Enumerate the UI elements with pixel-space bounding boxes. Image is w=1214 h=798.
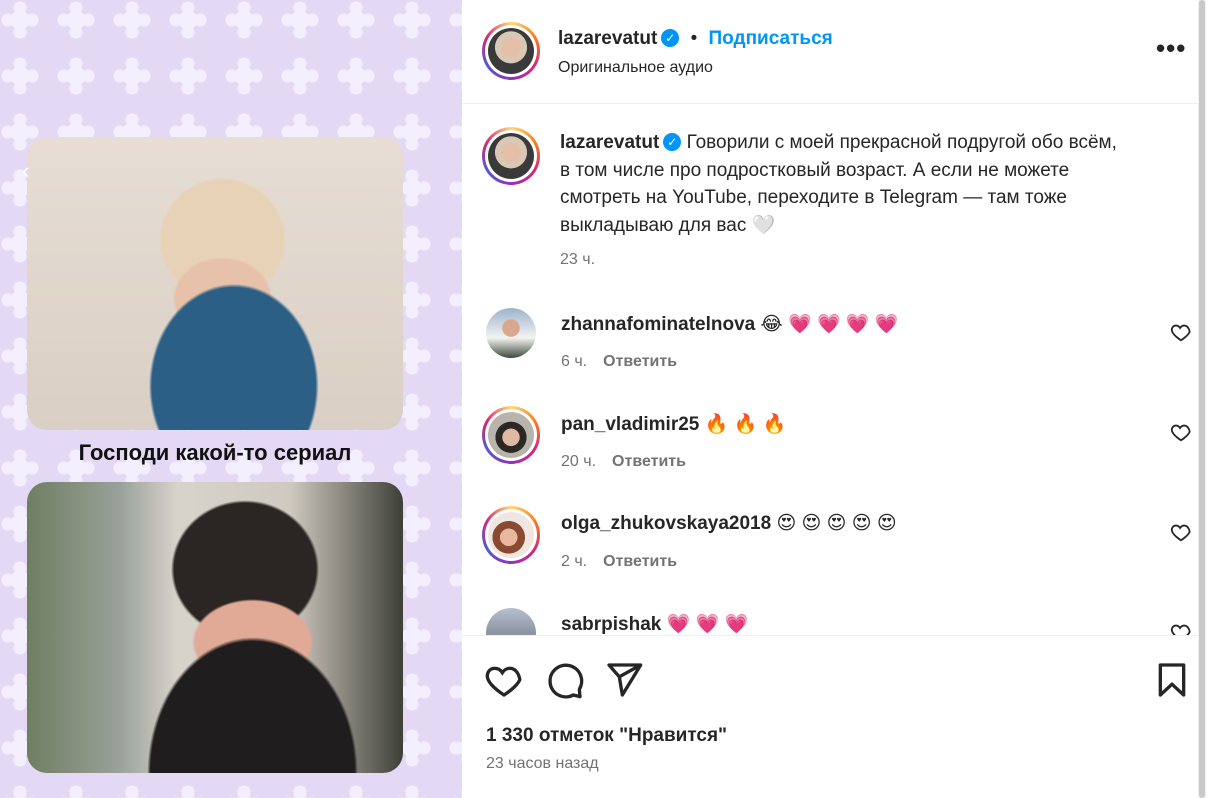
heart-outline-icon[interactable] bbox=[1170, 421, 1192, 443]
comment-line: olga_zhukovskaya2018 😍 😍 😍 😍 😍 bbox=[561, 512, 897, 535]
comment-username[interactable]: zhannafominatelnova bbox=[561, 314, 755, 335]
comment-time: 2 ч. bbox=[561, 553, 588, 570]
comment-item: zhannafominatelnova 😂 💗 💗 💗 💗 6 ч. Ответи… bbox=[462, 308, 1206, 408]
follow-button[interactable]: Подписаться bbox=[709, 28, 833, 49]
heart-outline-icon[interactable] bbox=[1170, 321, 1192, 343]
comment-meta: 2 ч. Ответить bbox=[561, 553, 677, 571]
likes-count[interactable]: 1 330 отметок "Нравится" bbox=[486, 725, 727, 747]
verified-badge-icon: ✓ bbox=[661, 29, 680, 47]
comment-time: 6 ч. bbox=[561, 353, 588, 370]
comment-text: 🔥 🔥 🔥 bbox=[704, 414, 787, 435]
post-timestamp: 23 часов назад bbox=[486, 755, 599, 772]
comment-line: sabrpishak 💗 💗 💗 bbox=[561, 612, 748, 635]
scrollbar[interactable] bbox=[1198, 0, 1206, 798]
comment-item: pan_vladimir25 🔥 🔥 🔥 20 ч. Ответить bbox=[462, 406, 1206, 508]
commenter-avatar[interactable] bbox=[482, 406, 540, 464]
heart-icon[interactable] bbox=[484, 660, 524, 700]
bookmark-icon[interactable] bbox=[1152, 660, 1192, 700]
heart-outline-icon[interactable] bbox=[1170, 521, 1192, 543]
comment-username[interactable]: olga_zhukovskaya2018 bbox=[561, 513, 771, 534]
commenter-avatar[interactable] bbox=[486, 608, 536, 635]
verified-badge-icon: ✓ bbox=[663, 133, 682, 151]
comment-text: 😂 💗 💗 💗 💗 bbox=[760, 314, 899, 335]
comment-meta: 6 ч. Ответить bbox=[561, 353, 677, 371]
more-options-button[interactable]: ••• bbox=[1156, 35, 1186, 61]
reply-button[interactable]: Ответить bbox=[603, 353, 677, 370]
chevron-left-icon[interactable]: ‹ bbox=[22, 158, 29, 184]
comment-meta: 20 ч. Ответить bbox=[561, 453, 686, 471]
scrollbar-thumb[interactable] bbox=[1199, 0, 1205, 798]
caption-timestamp: 23 ч. bbox=[560, 251, 596, 268]
post-panel: lazarevatut ✓ • Подписаться Оригинальное … bbox=[462, 0, 1206, 798]
audio-label[interactable]: Оригинальное аудио bbox=[558, 59, 713, 77]
post-media[interactable]: ‹ Господи какой-то сериал bbox=[0, 0, 462, 798]
media-caption: Господи какой-то сериал bbox=[78, 440, 352, 465]
comment-icon[interactable] bbox=[545, 660, 585, 700]
comment-item: sabrpishak 💗 💗 💗 bbox=[462, 608, 1206, 635]
comment-line: pan_vladimir25 🔥 🔥 🔥 bbox=[561, 412, 786, 436]
reply-button[interactable]: Ответить bbox=[603, 553, 677, 570]
share-icon[interactable] bbox=[604, 660, 644, 700]
separator-dot: • bbox=[690, 28, 698, 49]
caption-username[interactable]: lazarevatut bbox=[560, 132, 659, 153]
header-title-line: lazarevatut ✓ • Подписаться bbox=[558, 28, 833, 50]
comment-time: 20 ч. bbox=[561, 453, 597, 470]
commenter-avatar[interactable] bbox=[486, 308, 536, 358]
heart-outline-icon[interactable] bbox=[1170, 621, 1192, 635]
author-username[interactable]: lazarevatut bbox=[558, 28, 657, 49]
commenter-avatar[interactable] bbox=[482, 506, 540, 564]
comment-username[interactable]: sabrpishak bbox=[561, 614, 661, 635]
comment-text: 😍 😍 😍 😍 😍 bbox=[776, 513, 897, 534]
comment-text: 💗 💗 💗 bbox=[666, 614, 749, 635]
post-header: lazarevatut ✓ • Подписаться Оригинальное … bbox=[462, 0, 1206, 104]
caption-author-avatar[interactable] bbox=[482, 127, 540, 185]
post-caption: lazarevatut ✓ Говорили с моей прекрасной … bbox=[560, 129, 1120, 239]
video-frame-top bbox=[27, 137, 403, 430]
post-actions-bar: 1 330 отметок "Нравится" 23 часов назад bbox=[462, 635, 1206, 798]
reply-button[interactable]: Ответить bbox=[612, 453, 686, 470]
video-frame-bottom bbox=[27, 482, 403, 773]
comment-line: zhannafominatelnova 😂 💗 💗 💗 💗 bbox=[561, 312, 898, 336]
comment-username[interactable]: pan_vladimir25 bbox=[561, 414, 699, 435]
author-avatar[interactable] bbox=[482, 22, 540, 80]
comments-list[interactable]: lazarevatut ✓ Говорили с моей прекрасной … bbox=[462, 105, 1206, 635]
comment-item: olga_zhukovskaya2018 😍 😍 😍 😍 😍 2 ч. Ответ… bbox=[462, 506, 1206, 608]
